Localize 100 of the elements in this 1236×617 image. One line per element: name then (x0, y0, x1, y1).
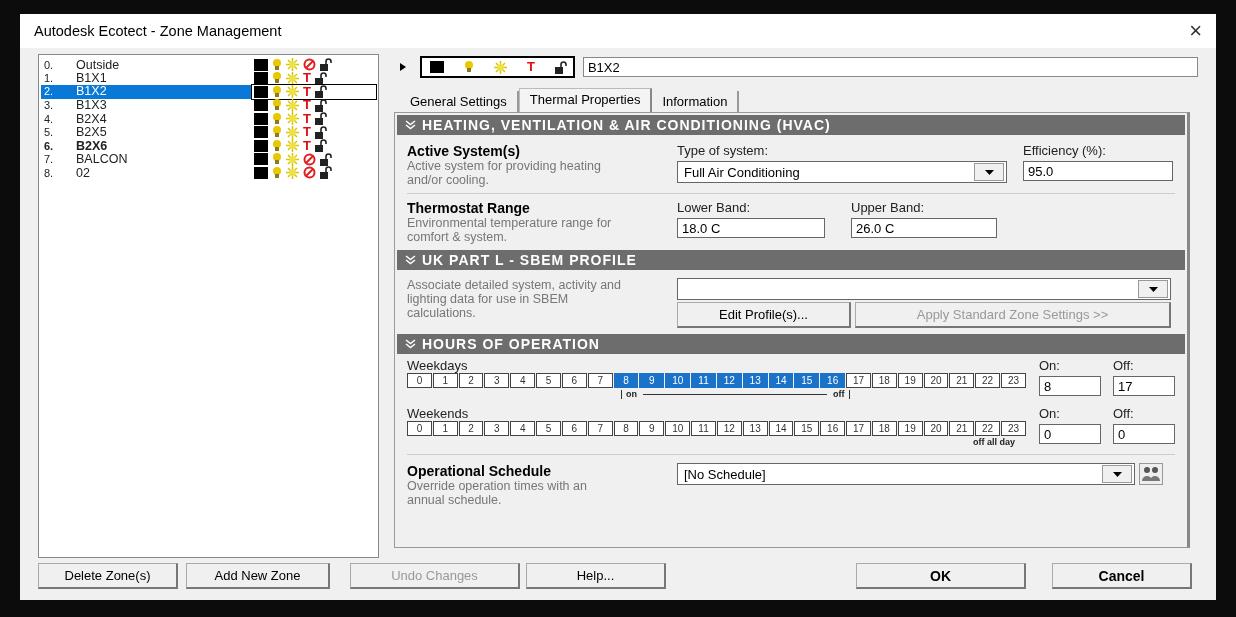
play-arrow-icon (400, 63, 406, 72)
hour-cell[interactable]: 18 (871, 421, 897, 437)
zone-number: 5. (43, 126, 55, 139)
zone-list-item[interactable]: 6. B2X6 T (41, 139, 376, 153)
hour-cell[interactable]: 15 (794, 373, 820, 389)
collapse-chevron-icon (405, 339, 416, 350)
hour-cell[interactable]: 10 (665, 373, 691, 389)
section-header[interactable]: HEATING, VENTILATION & AIR CONDITIONING (HVAC) (397, 115, 1185, 136)
zone-list-item[interactable]: 1. B1X1 T (41, 71, 376, 86)
hour-cell[interactable]: 13 (742, 421, 768, 437)
dialog-button[interactable]: Add New Zone (186, 563, 330, 590)
thermal-mark: T (303, 126, 311, 139)
sun-icon (286, 98, 299, 112)
off-time-field[interactable]: 0 (1113, 424, 1175, 445)
thermal-mark: T (527, 61, 535, 74)
people-icon[interactable] (1139, 463, 1163, 486)
zone-list-item[interactable]: 2. B1X2 T (41, 85, 376, 99)
padlock-icon (314, 125, 327, 139)
hour-cell[interactable]: 23 (1001, 421, 1026, 437)
lightbulb-icon (272, 72, 282, 85)
hour-cell[interactable]: 21 (949, 373, 975, 389)
hour-cell[interactable]: 1 (432, 373, 458, 389)
hour-cell[interactable]: 14 (768, 421, 794, 437)
hour-cell[interactable]: 23 (1001, 373, 1026, 389)
profile-dropdown[interactable] (677, 278, 1171, 301)
lightbulb-icon (272, 99, 282, 112)
sun-icon (286, 85, 299, 99)
zone-list-item[interactable]: 8. 02 (41, 166, 376, 180)
hour-cell[interactable]: 6 (561, 421, 587, 437)
upper-band-field[interactable]: 26.0 C (851, 218, 997, 239)
on-time-field[interactable]: 0 (1039, 424, 1101, 445)
description: Active system for providing heating and/or cooling. (407, 159, 602, 188)
hour-cell[interactable]: 4 (510, 373, 536, 389)
hour-cell[interactable]: 11 (691, 421, 716, 437)
hour-cell[interactable]: 3 (484, 373, 510, 389)
thermal-mark: T (303, 72, 311, 85)
hour-cell[interactable]: 21 (949, 421, 975, 437)
hour-cell[interactable]: 12 (716, 421, 742, 437)
hour-cell[interactable]: 0 (407, 421, 432, 437)
schedule-dropdown[interactable]: [No Schedule] (677, 463, 1135, 486)
section-header[interactable]: UK PART L - SBEM PROFILE (397, 250, 1185, 271)
zone-name: B1X3 (76, 98, 108, 113)
hour-cell[interactable]: 20 (923, 373, 949, 389)
hour-cell[interactable]: 5 (536, 421, 561, 437)
hour-cell[interactable]: 12 (716, 373, 742, 389)
dialog-button[interactable]: OK (856, 563, 1026, 590)
hour-cell[interactable]: 20 (923, 421, 949, 437)
hour-cell[interactable]: 7 (587, 373, 613, 389)
tab[interactable]: Thermal Properties (518, 88, 653, 113)
hour-cell[interactable]: 4 (510, 421, 536, 437)
zone-list-item[interactable]: 5. B2X5 T (41, 125, 376, 140)
hour-cell[interactable]: 16 (820, 373, 846, 389)
hour-cell[interactable]: 10 (665, 421, 691, 437)
zone-settings-toolbar[interactable]: T (420, 56, 575, 79)
zone-list-item[interactable]: 7. BALCON (41, 152, 376, 167)
hour-cell[interactable]: 9 (639, 373, 665, 389)
hour-cell[interactable]: 3 (484, 421, 510, 437)
hour-cell[interactable]: 15 (794, 421, 820, 437)
hour-cell[interactable]: 14 (768, 373, 794, 389)
description: Environmental temperature range for comfort & system. (407, 216, 613, 245)
hour-cell[interactable]: 1 (432, 421, 458, 437)
hour-cell[interactable]: 5 (536, 373, 561, 389)
dialog-button[interactable]: Cancel (1052, 563, 1192, 590)
zone-list-item[interactable]: 3. B1X3 T (41, 98, 376, 113)
edit-profiles-button[interactable]: Edit Profile(s)... (677, 302, 851, 329)
close-button[interactable]: × (1189, 18, 1202, 45)
hour-cell[interactable]: 17 (846, 373, 871, 389)
hour-cell[interactable]: 19 (897, 421, 923, 437)
hour-cell[interactable]: 22 (975, 373, 1001, 389)
hour-cell[interactable]: 11 (691, 373, 716, 389)
dialog-button[interactable]: Help... (526, 563, 666, 590)
zone-number: 3. (43, 99, 55, 112)
hour-cell[interactable]: 0 (407, 373, 432, 389)
hour-cell[interactable]: 22 (975, 421, 1001, 437)
zone-list-item[interactable]: 0. Outside (41, 58, 376, 72)
off-time-field[interactable]: 17 (1113, 376, 1175, 397)
section-header[interactable]: HOURS OF OPERATION (397, 334, 1185, 355)
hour-cell[interactable]: 16 (820, 421, 846, 437)
dialog-button[interactable]: Delete Zone(s) (38, 563, 178, 590)
hour-cell[interactable]: 2 (458, 373, 484, 389)
system-type-dropdown[interactable]: Full Air Conditioning (677, 161, 1007, 184)
hour-cell[interactable]: 19 (897, 373, 923, 389)
hour-cell[interactable]: 8 (613, 421, 639, 437)
hour-cell[interactable]: 18 (871, 373, 897, 389)
hour-cell[interactable]: 6 (561, 373, 587, 389)
hour-cell[interactable]: 17 (846, 421, 871, 437)
efficiency-field[interactable]: 95.0 (1023, 161, 1173, 182)
field-label: Type of system: (677, 143, 770, 159)
zone-name: B1X2 (76, 85, 252, 99)
lower-band-field[interactable]: 18.0 C (677, 218, 825, 239)
zone-list-item[interactable]: 4. B2X4 T (41, 112, 376, 126)
hour-cell[interactable]: 9 (639, 421, 665, 437)
window-title: Autodesk Ecotect - Zone Management (34, 23, 282, 40)
hour-cell[interactable]: 7 (587, 421, 613, 437)
zone-name-field[interactable]: B1X2 (582, 57, 1198, 78)
on-time-field[interactable]: 8 (1039, 376, 1101, 397)
hour-cell[interactable]: 2 (458, 421, 484, 437)
hour-cell[interactable]: 8 (613, 373, 639, 389)
hour-cell[interactable]: 13 (742, 373, 768, 389)
tab[interactable]: Information (652, 91, 740, 113)
